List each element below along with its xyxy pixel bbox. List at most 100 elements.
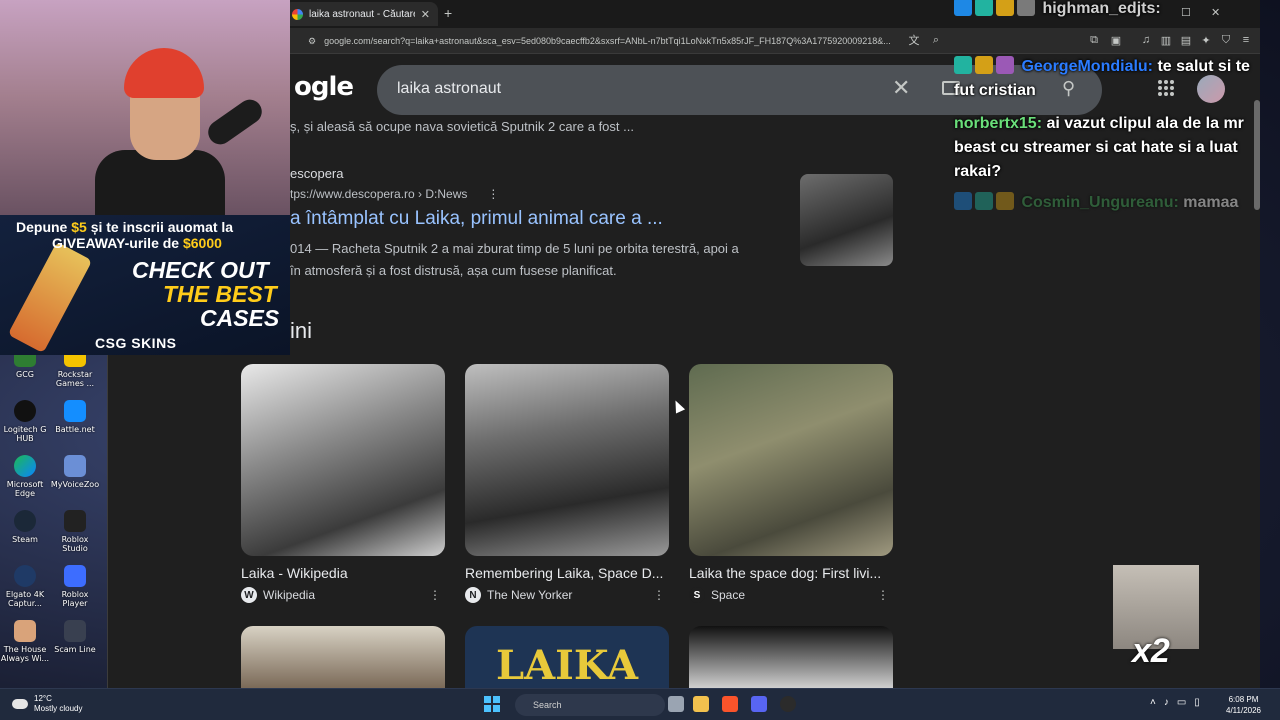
- volume-icon[interactable]: ♪: [1164, 697, 1169, 708]
- house-always-wins-icon: [14, 620, 36, 642]
- laika-banner-text: LAIKA: [495, 642, 639, 689]
- desktop-icon-myvoicezoo[interactable]: MyVoiceZoo: [50, 455, 100, 489]
- image-thumbnail-row2[interactable]: LAIKA: [465, 626, 669, 688]
- image-thumbnail-row2[interactable]: [689, 626, 893, 688]
- result-thumbnail[interactable]: [800, 174, 893, 266]
- myvoicezoo-icon: [64, 455, 86, 477]
- image-card-wikipedia[interactable]: Laika - Wikipedia W Wikipedia ⋮: [241, 364, 445, 603]
- result-url[interactable]: tps://www.descopera.ro › D:News: [290, 187, 467, 201]
- scam-line-icon: [64, 620, 86, 642]
- task-view-icon[interactable]: [668, 696, 684, 712]
- google-favicon-icon: [292, 8, 303, 20]
- tab-title: laika astronaut - Căutare Google: [309, 8, 415, 20]
- elgato-icon: [14, 565, 36, 587]
- wikipedia-icon: W: [241, 587, 257, 603]
- url-text: google.com/search?q=laika+astronaut&sca_…: [324, 36, 891, 46]
- weather-widget[interactable]: 12°C Mostly cloudy: [12, 694, 82, 714]
- image-caption[interactable]: Laika - Wikipedia: [241, 565, 445, 581]
- more-options-icon[interactable]: ⋮: [653, 588, 665, 602]
- desktop-icon-logitech[interactable]: Logitech G HUB: [0, 400, 50, 443]
- chat-username: norbertx15:: [954, 115, 1043, 132]
- close-tab-icon[interactable]: ✕: [421, 8, 430, 21]
- new-tab-icon[interactable]: +: [444, 5, 452, 21]
- chat-username: Cosmin_Ungureanu:: [1021, 194, 1179, 211]
- brave-icon[interactable]: [722, 696, 738, 712]
- result-more-icon[interactable]: ⋮: [487, 187, 499, 201]
- badge-icon: [975, 56, 993, 74]
- microphone: [203, 94, 267, 150]
- chat-text: mamaa: [1183, 194, 1239, 211]
- webcam-overlay: [0, 0, 290, 215]
- emote-multiplier: x2: [1132, 632, 1170, 670]
- address-bar[interactable]: ⚙ google.com/search?q=laika+astronaut&sc…: [308, 32, 898, 50]
- edge-icon: [14, 455, 36, 477]
- image-source-name: Space: [711, 588, 746, 602]
- badge-icon: [954, 192, 972, 210]
- image-thumbnail[interactable]: [689, 364, 893, 556]
- badge-icon: [996, 0, 1014, 16]
- chat-message: Cosmin_Ungureanu: mamaa: [954, 191, 1254, 215]
- image-caption[interactable]: Remembering Laika, Space D...: [465, 565, 669, 581]
- more-options-icon[interactable]: ⋮: [877, 588, 889, 602]
- image-card-space[interactable]: Laika the space dog: First livi... S Spac…: [689, 364, 893, 603]
- desktop-icon-steam[interactable]: Steam: [0, 510, 50, 544]
- taskbar-search-label: Search: [533, 700, 562, 710]
- desktop-icon-house-always-wins[interactable]: The House Always Wi...: [0, 620, 50, 663]
- image-thumbnail[interactable]: [241, 364, 445, 556]
- badge-icon: [954, 0, 972, 16]
- weather-temp: 12°C: [34, 694, 52, 703]
- system-tray: ˄ ♪ ▭ ▯: [1150, 697, 1200, 708]
- badge-icon: [1017, 0, 1035, 16]
- badge-icon: [954, 56, 972, 74]
- desktop-icon-roblox-player[interactable]: Roblox Player: [50, 565, 100, 608]
- weather-desc: Mostly cloudy: [34, 704, 83, 713]
- network-icon[interactable]: ▭: [1177, 697, 1186, 708]
- desktop-icon-scam-line[interactable]: Scam Line: [50, 620, 100, 654]
- chat-message: norbertx15: ai vazut clipul ala de la mr…: [954, 112, 1254, 184]
- knife-graphic: [7, 241, 93, 354]
- desktop-icon-elgato[interactable]: Elgato 4K Captur...: [0, 565, 50, 608]
- desktop-icon-roblox-studio[interactable]: Roblox Studio: [50, 510, 100, 553]
- chevron-up-icon[interactable]: ˄: [1150, 697, 1156, 708]
- image-source: W Wikipedia: [241, 587, 445, 603]
- site-info-icon[interactable]: ⚙: [308, 32, 316, 50]
- file-explorer-icon[interactable]: [693, 696, 709, 712]
- search-input[interactable]: laika astronaut: [397, 80, 501, 98]
- ad-brand: CSG SKINS: [95, 335, 177, 351]
- image-source: S Space: [689, 587, 893, 603]
- chat-overlay: highman_edjts: GeorgeMondialu: te salut …: [950, 0, 1260, 220]
- badge-icon: [975, 192, 993, 210]
- badge-icon: [996, 56, 1014, 74]
- google-logo[interactable]: ogle: [294, 72, 354, 102]
- ad-cases: CASES: [200, 305, 280, 331]
- roblox-studio-icon: [64, 510, 86, 532]
- g-app-icon[interactable]: [780, 696, 796, 712]
- new-yorker-icon: N: [465, 587, 481, 603]
- image-source-name: The New Yorker: [487, 588, 573, 602]
- clock-date: 4/11/2026: [1226, 706, 1261, 715]
- battery-icon[interactable]: ▯: [1194, 697, 1200, 708]
- discord-icon[interactable]: [751, 696, 767, 712]
- desktop-icon-battlenet[interactable]: Battle.net: [50, 400, 100, 434]
- chat-username: GeorgeMondialu:: [1021, 58, 1154, 75]
- zoom-icon[interactable]: ⌕: [928, 32, 944, 48]
- taskbar-search[interactable]: Search: [515, 694, 665, 716]
- previous-result-snippet: ș, și aleasă să ocupe nava sovietică Spu…: [290, 119, 634, 134]
- translate-icon[interactable]: 文: [906, 32, 922, 48]
- start-button[interactable]: [484, 696, 500, 712]
- ad-line-1: Depune $5 și te inscrii auomat la: [16, 219, 234, 235]
- image-source-name: Wikipedia: [263, 588, 316, 602]
- image-card-new-yorker[interactable]: Remembering Laika, Space D... N The New Y…: [465, 364, 669, 603]
- clear-search-icon[interactable]: ✕: [892, 75, 910, 101]
- clock-time: 6:08 PM: [1228, 695, 1259, 704]
- desktop-icon-edge[interactable]: Microsoft Edge: [0, 455, 50, 498]
- ad-the-best: THE BEST: [163, 281, 277, 307]
- image-caption[interactable]: Laika the space dog: First livi...: [689, 565, 893, 581]
- more-options-icon[interactable]: ⋮: [429, 588, 441, 602]
- image-thumbnail-row2[interactable]: [241, 626, 445, 688]
- clock[interactable]: 6:08 PM 4/11/2026: [1226, 694, 1261, 716]
- chat-message: GeorgeMondialu: te salut si te fut crist…: [954, 55, 1254, 103]
- tab-google-search[interactable]: laika astronaut - Căutare Google ✕: [284, 2, 438, 26]
- badge-icon: [996, 192, 1014, 210]
- image-thumbnail[interactable]: [465, 364, 669, 556]
